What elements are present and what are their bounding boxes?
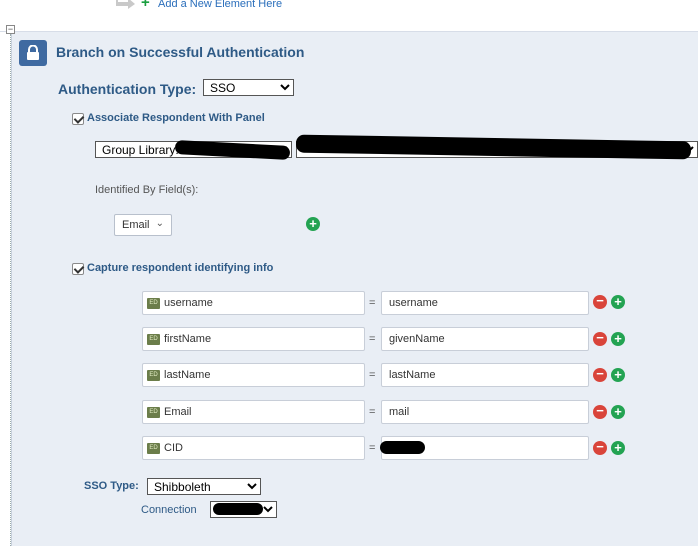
lock-icon [19, 40, 47, 66]
top-strip [0, 0, 698, 32]
associate-checkbox[interactable] [72, 113, 84, 125]
redaction [213, 503, 263, 515]
remove-mapping-button[interactable]: − [593, 331, 607, 346]
embedded-field-name: username [164, 297, 213, 309]
embedded-field-input[interactable]: ED CID [142, 436, 365, 460]
remove-mapping-button[interactable]: − [593, 440, 607, 455]
embedded-data-icon: ED [147, 370, 160, 381]
embedded-field-input[interactable]: ED Email [142, 400, 365, 424]
branch-panel [11, 32, 698, 546]
attribute-value: lastName [389, 369, 436, 381]
remove-mapping-button[interactable]: − [593, 294, 607, 309]
add-mapping-button[interactable]: + [611, 332, 625, 346]
attribute-input[interactable]: givenName [381, 327, 589, 351]
add-mapping-button[interactable]: + [611, 405, 625, 419]
attribute-input[interactable]: mail [381, 400, 589, 424]
embedded-field-input[interactable]: ED lastName [142, 363, 365, 387]
equals-sign: = [369, 333, 376, 345]
capture-checkbox[interactable] [72, 263, 84, 275]
capture-label: Capture respondent identifying info [87, 262, 274, 274]
attribute-value: givenName [389, 333, 445, 345]
identified-by-label: Identified By Field(s): [95, 184, 199, 196]
embedded-data-icon: ED [147, 298, 160, 309]
embedded-field-input[interactable]: ED firstName [142, 327, 365, 351]
equals-sign: = [369, 369, 376, 381]
add-mapping-button[interactable]: + [611, 295, 625, 309]
remove-mapping-button[interactable]: − [593, 404, 607, 419]
equals-sign: = [369, 442, 376, 454]
attribute-input[interactable]: lastName [381, 363, 589, 387]
branch-title[interactable]: Branch on Successful Authentication [56, 44, 304, 60]
embedded-field-input[interactable]: ED username [142, 291, 365, 315]
connection-label: Connection [141, 504, 197, 516]
collapse-toggle[interactable]: − [6, 25, 15, 34]
add-mapping-button[interactable]: + [611, 441, 625, 455]
arrow-icon [116, 0, 135, 9]
auth-type-select[interactable]: SSO [203, 79, 294, 96]
redaction [380, 441, 425, 454]
add-element-plus-icon[interactable]: + [141, 0, 150, 10]
remove-mapping-button[interactable]: − [593, 367, 607, 382]
embedded-data-icon: ED [147, 443, 160, 454]
embedded-field-name: firstName [164, 333, 212, 345]
equals-sign: = [369, 297, 376, 309]
identified-field-dropdown[interactable]: Email ⌄ [114, 214, 172, 236]
associate-label: Associate Respondent With Panel [87, 112, 265, 124]
attribute-value: username [389, 297, 438, 309]
chevron-down-icon: ⌄ [155, 218, 164, 229]
add-identifier-button[interactable]: + [306, 217, 320, 231]
embedded-field-name: lastName [164, 369, 211, 381]
embedded-field-name: CID [164, 442, 183, 454]
embedded-data-icon: ED [147, 334, 160, 345]
sso-type-select[interactable]: Shibboleth [147, 478, 261, 495]
equals-sign: = [369, 406, 376, 418]
embedded-field-name: Email [164, 406, 192, 418]
add-mapping-button[interactable]: + [611, 368, 625, 382]
identified-field-value: Email [122, 219, 150, 231]
attribute-input[interactable]: username [381, 291, 589, 315]
attribute-value: mail [389, 406, 410, 418]
add-element-link[interactable]: Add a New Element Here [158, 0, 282, 10]
sso-type-label: SSO Type: [84, 480, 139, 492]
auth-type-label: Authentication Type: [58, 81, 197, 97]
embedded-data-icon: ED [147, 407, 160, 418]
